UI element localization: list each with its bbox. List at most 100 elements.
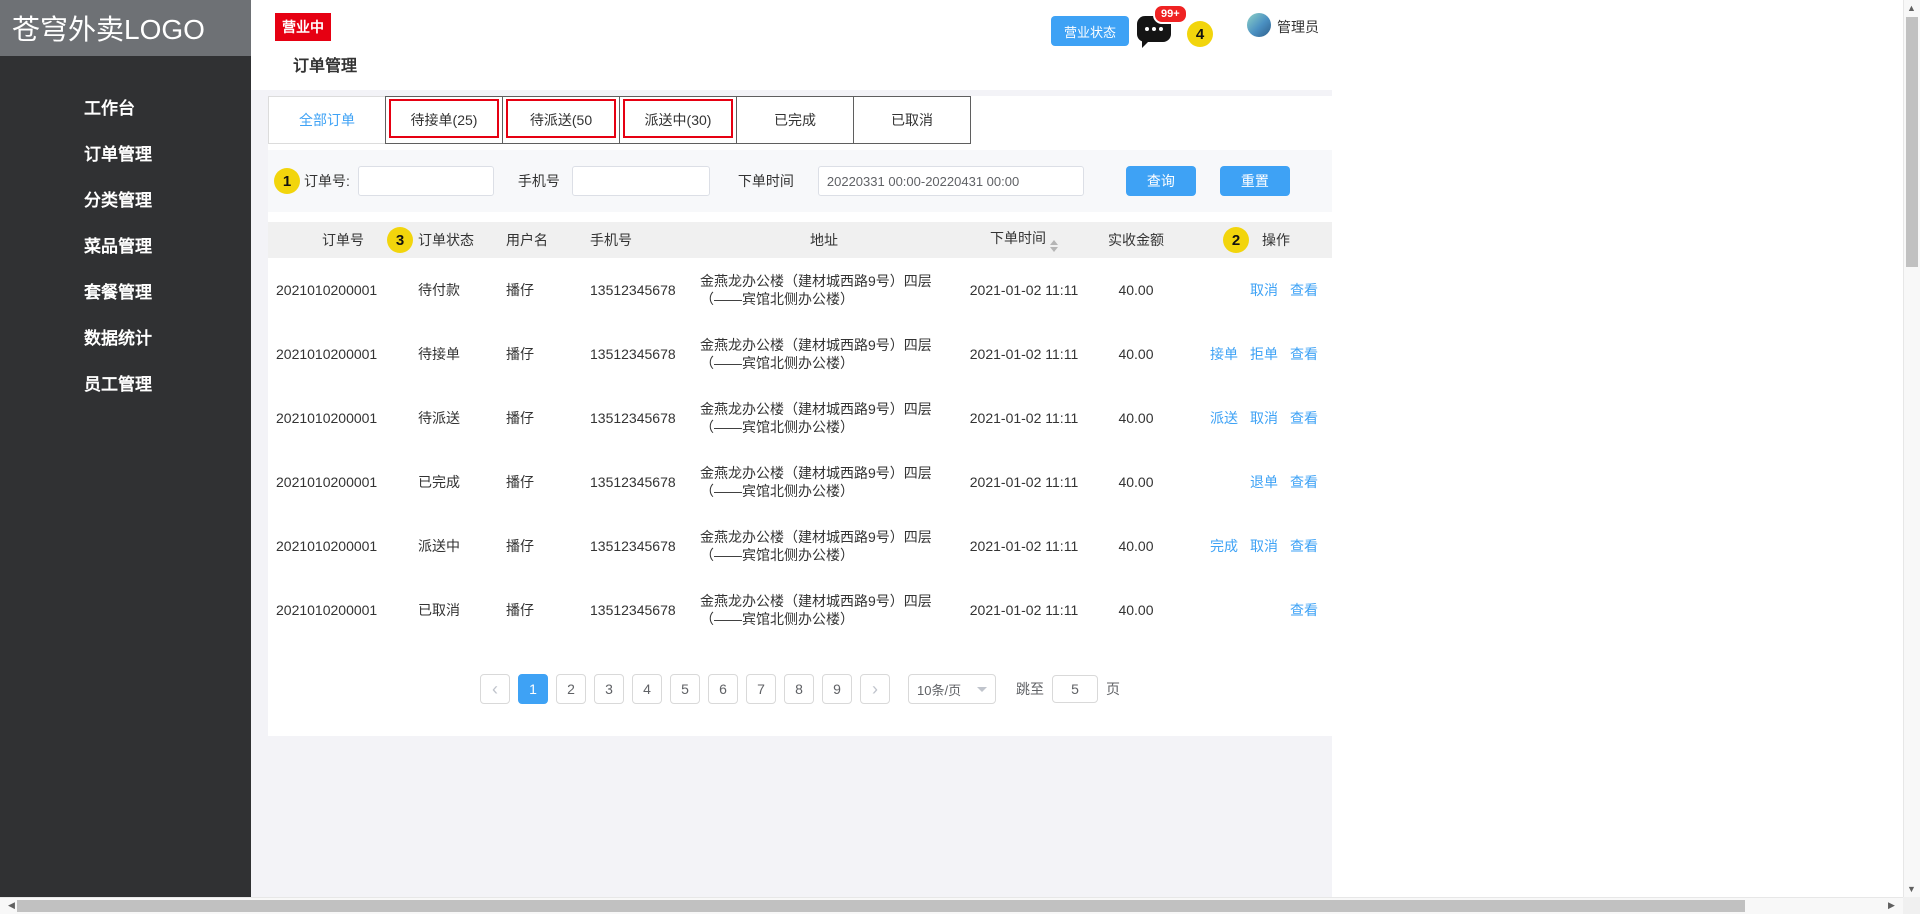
page-button[interactable]: 8 (784, 674, 814, 704)
order-no-input[interactable] (358, 166, 494, 196)
pagination: 1 2 3 4 5 6 7 8 9 10条/页 跳至 页 (268, 674, 1332, 704)
jump-to-label: 跳至 (1016, 679, 1044, 699)
cell-status: 已完成 (418, 472, 506, 492)
cell-actions: 接单 拒单 查看 (1182, 344, 1332, 364)
page-title: 订单管理 (293, 52, 357, 76)
accept-order-link[interactable]: 接单 (1210, 344, 1238, 364)
view-order-link[interactable]: 查看 (1290, 344, 1318, 364)
cancel-order-link[interactable]: 取消 (1250, 536, 1278, 556)
sidebar-item-workbench[interactable]: 工作台 (0, 86, 251, 132)
page-button[interactable]: 3 (594, 674, 624, 704)
view-order-link[interactable]: 查看 (1290, 600, 1318, 620)
jump-suffix-label: 页 (1106, 679, 1120, 699)
sidebar-item-statistics[interactable]: 数据统计 (0, 316, 251, 362)
address-line-1: 金燕龙办公楼（建材城西路9号）四层 (700, 528, 958, 546)
address-line-2: （——宾馆北侧办公楼） (700, 482, 958, 500)
tab-all-orders[interactable]: 全部订单 (268, 96, 386, 144)
horizontal-scroll-thumb[interactable] (17, 900, 1745, 912)
view-order-link[interactable]: 查看 (1290, 472, 1318, 492)
table-row: 2021010200001 派送中 播仔 13512345678 金燕龙办公楼（… (268, 514, 1332, 578)
cell-address: 金燕龙办公楼（建材城西路9号）四层 （——宾馆北侧办公楼） (690, 272, 958, 308)
cell-time: 2021-01-02 11:11 (958, 410, 1090, 426)
order-time-label: 下单时间 (738, 171, 794, 191)
scroll-right-icon[interactable]: ▶ (1883, 900, 1900, 911)
vertical-scroll-thumb[interactable] (1906, 17, 1918, 267)
page-size-select[interactable]: 10条/页 (908, 674, 996, 704)
page-button[interactable]: 1 (518, 674, 548, 704)
admin-label: 管理员 (1277, 17, 1319, 37)
phone-input[interactable] (572, 166, 710, 196)
business-status-button[interactable]: 营业状态 (1051, 16, 1129, 46)
table-row: 2021010200001 待接单 播仔 13512345678 金燕龙办公楼（… (268, 322, 1332, 386)
avatar[interactable] (1247, 13, 1271, 37)
cell-time: 2021-01-02 11:11 (958, 538, 1090, 554)
tab-cancelled[interactable]: 已取消 (853, 96, 971, 144)
page-button[interactable]: 4 (632, 674, 662, 704)
view-order-link[interactable]: 查看 (1290, 280, 1318, 300)
cell-address: 金燕龙办公楼（建材城西路9号）四层 （——宾馆北侧办公楼） (690, 592, 958, 628)
cell-address: 金燕龙办公楼（建材城西路9号）四层 （——宾馆北侧办公楼） (690, 336, 958, 372)
cell-status: 待派送 (418, 408, 506, 428)
address-line-1: 金燕龙办公楼（建材城西路9号）四层 (700, 336, 958, 354)
col-time[interactable]: 下单时间 (958, 228, 1090, 252)
cell-user: 播仔 (506, 408, 578, 428)
tab-completed[interactable]: 已完成 (736, 96, 854, 144)
refund-order-link[interactable]: 退单 (1250, 472, 1278, 492)
deliver-order-link[interactable]: 派送 (1210, 408, 1238, 428)
address-line-1: 金燕龙办公楼（建材城西路9号）四层 (700, 464, 958, 482)
page-button[interactable]: 7 (746, 674, 776, 704)
cell-order-no: 2021010200001 (268, 602, 418, 618)
cell-phone: 13512345678 (578, 538, 690, 554)
cell-phone: 13512345678 (578, 410, 690, 426)
scroll-down-icon[interactable]: ▼ (1903, 884, 1920, 894)
address-line-2: （——宾馆北侧办公楼） (700, 418, 958, 436)
order-status-tabs: 全部订单 待接单(25) 待派送(50 派送中(30) 已完成 已取消 (268, 96, 1332, 144)
cancel-order-link[interactable]: 取消 (1250, 280, 1278, 300)
sidebar-item-employees[interactable]: 员工管理 (0, 362, 251, 408)
page-button[interactable]: 5 (670, 674, 700, 704)
cell-amount: 40.00 (1090, 282, 1182, 298)
sidebar-item-dishes[interactable]: 菜品管理 (0, 224, 251, 270)
sidebar-item-combos[interactable]: 套餐管理 (0, 270, 251, 316)
vertical-scrollbar[interactable]: ▲ ▼ (1903, 0, 1920, 897)
complete-order-link[interactable]: 完成 (1210, 536, 1238, 556)
view-order-link[interactable]: 查看 (1290, 536, 1318, 556)
cancel-order-link[interactable]: 取消 (1250, 408, 1278, 428)
sort-icon[interactable] (1050, 240, 1058, 252)
cell-time: 2021-01-02 11:11 (958, 282, 1090, 298)
reset-button[interactable]: 重置 (1220, 166, 1290, 196)
tab-pending-dispatch[interactable]: 待派送(50 (502, 96, 620, 144)
col-user: 用户名 (506, 230, 578, 250)
tab-dispatching[interactable]: 派送中(30) (619, 96, 737, 144)
jump-page-input[interactable] (1052, 675, 1098, 703)
annotation-3: 3 (387, 227, 413, 253)
page-button[interactable]: 9 (822, 674, 852, 704)
cell-order-no: 2021010200001 (268, 410, 418, 426)
time-range-input[interactable] (818, 166, 1084, 196)
page-button[interactable]: 6 (708, 674, 738, 704)
notification-area[interactable]: 99+ 4 (1137, 12, 1217, 52)
sidebar-item-orders[interactable]: 订单管理 (0, 132, 251, 178)
cell-order-no: 2021010200001 (268, 538, 418, 554)
table-row: 2021010200001 已完成 播仔 13512345678 金燕龙办公楼（… (268, 450, 1332, 514)
sidebar-item-categories[interactable]: 分类管理 (0, 178, 251, 224)
cell-status: 派送中 (418, 536, 506, 556)
cell-amount: 40.00 (1090, 538, 1182, 554)
reject-order-link[interactable]: 拒单 (1250, 344, 1278, 364)
col-address: 地址 (690, 231, 958, 249)
prev-page-button[interactable] (480, 674, 510, 704)
table-row: 2021010200001 已取消 播仔 13512345678 金燕龙办公楼（… (268, 578, 1332, 642)
table-header: 订单号 订单状态 用户名 手机号 地址 下单时间 实收金额 操作 3 2 (268, 222, 1332, 258)
horizontal-scrollbar[interactable]: ◀ ▶ (0, 897, 1903, 914)
cell-actions: 查看 (1182, 600, 1332, 620)
tab-pending-accept[interactable]: 待接单(25) (385, 96, 503, 144)
next-page-button[interactable] (860, 674, 890, 704)
address-line-2: （——宾馆北侧办公楼） (700, 354, 958, 372)
chevron-down-icon (977, 687, 987, 692)
search-button[interactable]: 查询 (1126, 166, 1196, 196)
cell-phone: 13512345678 (578, 346, 690, 362)
cell-time: 2021-01-02 11:11 (958, 474, 1090, 490)
scroll-up-icon[interactable]: ▲ (1903, 3, 1920, 13)
page-button[interactable]: 2 (556, 674, 586, 704)
view-order-link[interactable]: 查看 (1290, 408, 1318, 428)
